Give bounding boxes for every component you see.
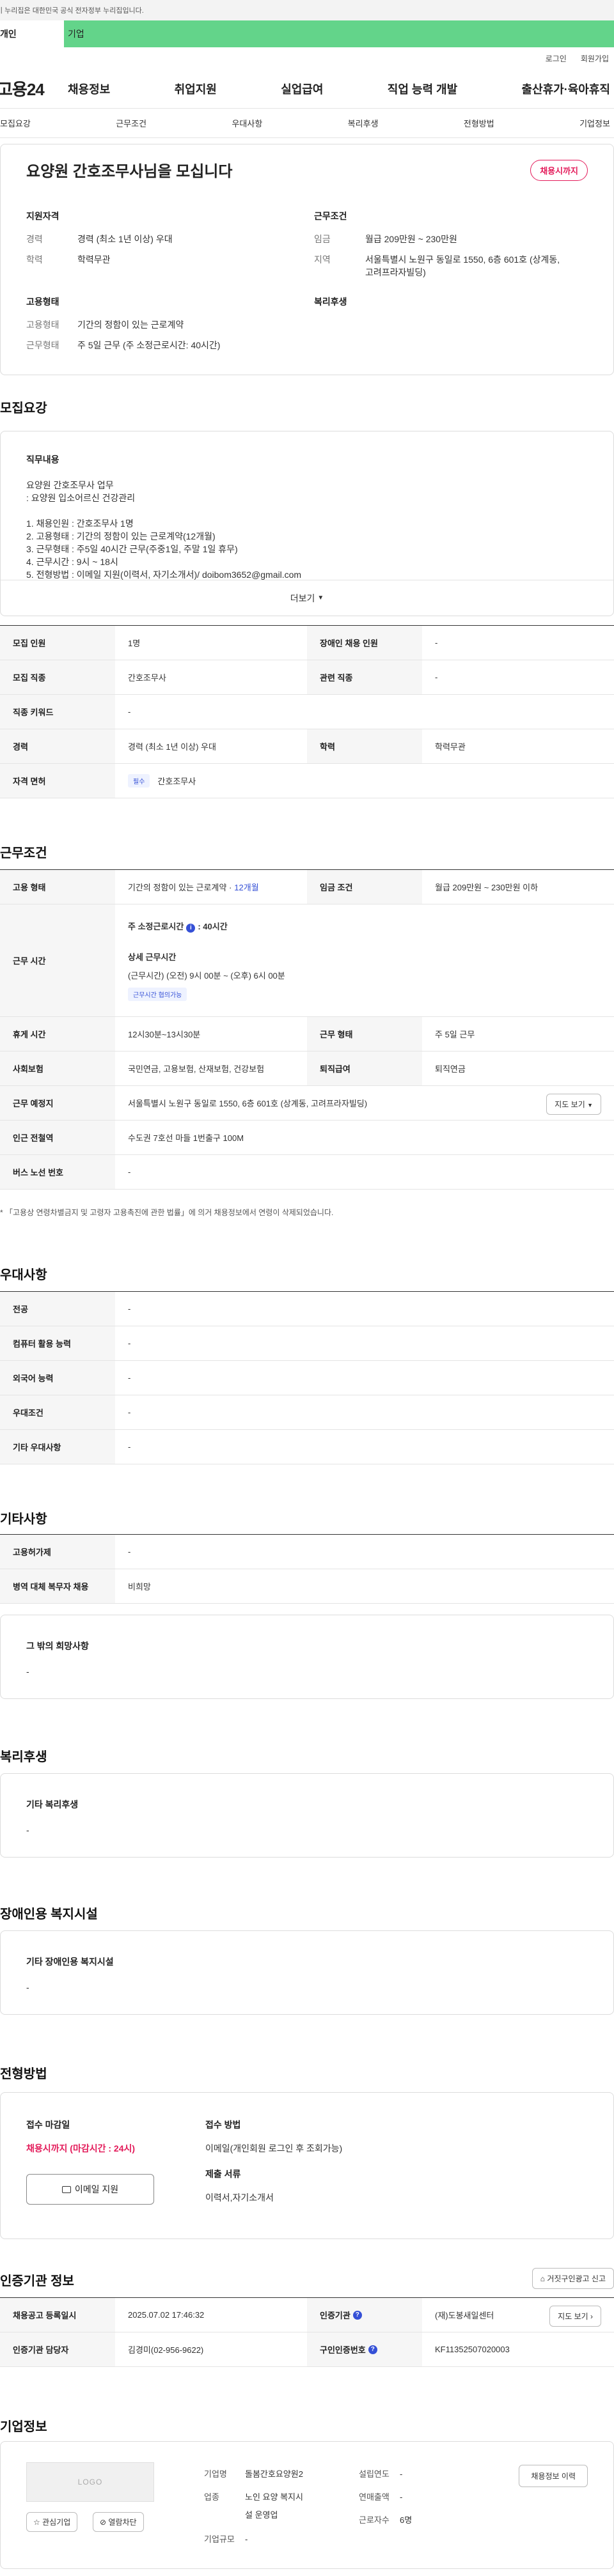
more-button[interactable]: 더보기 ▼	[1, 580, 613, 616]
table-row: 채용공고 등록일시 2025.07.02 17:46:32 인증기관? (재)도…	[0, 2298, 614, 2332]
table-row: 모집 인원 1명 장애인 채용 인원 -	[0, 626, 614, 660]
info-icon[interactable]: ?	[368, 2345, 377, 2354]
anchor-conditions[interactable]: 근무조건	[116, 117, 146, 129]
company-name: 돌봄간호요양원2	[245, 2469, 303, 2479]
table-row: 자격 면허 필수 간호조무사	[0, 764, 614, 798]
home-icon: ⌂	[540, 2274, 545, 2283]
table-row: 인근 전철역 수도권 7호선 마들 1번출구 100M	[0, 1121, 614, 1155]
table-row: 버스 노선 번호 -	[0, 1155, 614, 1190]
negotiable-tag: 근무시간 협의가능	[128, 988, 187, 1001]
section-title-preference: 우대사항	[0, 1268, 47, 1282]
mail-icon	[61, 2185, 71, 2193]
cert-table: 채용공고 등록일시 2025.07.02 17:46:32 인증기관? (재)도…	[0, 2297, 614, 2367]
job-history-button[interactable]: 채용정보 이력	[519, 2465, 588, 2487]
table-row: 모집 직종 간호조무사 관련 직종 -	[0, 660, 614, 695]
site-logo[interactable]: 고용24	[0, 77, 68, 100]
section-title-conditions: 근무조건	[0, 846, 47, 860]
company-card: LOGO ☆ 관심기업 ⊘ 열람차단 기업명 돌봄간호요양원2 업종 노인 요양 복…	[0, 2441, 614, 2569]
chevron-right-icon: ›	[590, 2312, 593, 2321]
block-icon: ⊘	[100, 2518, 107, 2527]
anchor-company[interactable]: 기업정보	[579, 117, 610, 129]
table-row: 전공 -	[0, 1292, 614, 1326]
gnb-item-unemployment[interactable]: 실업급여	[281, 81, 323, 97]
user-type-tabs: 개인 기업	[0, 20, 614, 47]
required-tag: 필수	[128, 774, 150, 788]
table-row: 외국어 능력 -	[0, 1361, 614, 1395]
global-nav: 고용24 채용정보 취업지원 실업급여 직업 능력 개발 출산휴가·육아휴직	[0, 69, 614, 109]
favorite-company-button[interactable]: ☆ 관심기업	[26, 2512, 78, 2532]
star-icon: ☆	[33, 2518, 40, 2527]
map-button[interactable]: 지도 보기 ›	[549, 2306, 601, 2327]
signup-link[interactable]: 회원가입	[581, 53, 609, 64]
table-row: 고용 형태 기간의 정함이 있는 근로계약 · 12개월 임금 조건 월급 20…	[0, 870, 614, 904]
gnb-item-employment-support[interactable]: 취업지원	[175, 81, 217, 97]
info-icon[interactable]: ?	[352, 2310, 362, 2320]
section-title-welfare: 복리후생	[0, 1750, 47, 1764]
table-row: 우대조건 -	[0, 1395, 614, 1430]
section-title-etc: 기타사항	[0, 1512, 47, 1526]
section-title-company: 기업정보	[0, 2420, 47, 2434]
company-logo: LOGO	[26, 2462, 154, 2502]
job-title: 요양원 간호조무사님을 모십니다	[26, 163, 233, 180]
qualification-block: 지원자격 경력 경력 (최소 1년 이상) 우대 학력 학력무관	[26, 211, 173, 265]
chevron-down-icon: ▼	[587, 1102, 593, 1108]
login-link[interactable]: 로그인	[546, 53, 567, 64]
gnb-item-training[interactable]: 직업 능력 개발	[388, 81, 457, 97]
table-row: 휴게 시간 12시30분~13시30분 근무 형태 주 5일 근무	[0, 1017, 614, 1051]
section-title-recruit: 모집요강	[0, 401, 47, 415]
welfare-block: 복리후생	[314, 297, 347, 307]
status-badge: 채용시까지	[530, 160, 588, 181]
job-description-text: 요양원 간호조무사 업무 : 요양원 입소어르신 건강관리 1. 채용인원 : …	[26, 480, 302, 580]
table-row: 경력 경력 (최소 1년 이상) 우대 학력 학력무관	[0, 729, 614, 764]
block-view-button[interactable]: ⊘ 열람차단	[93, 2512, 144, 2532]
employment-block: 고용형태 고용형태 기간의 정함이 있는 근로계약 근무형태 주 5일 근무 (주 …	[26, 297, 221, 350]
gov-banner: 이 누리집은 대한민국 공식 전자정부 누리집입니다.	[0, 0, 614, 20]
preference-table: 전공 - 컴퓨터 활용 능력 - 외국어 능력 - 우대조건 - 기타 우대사항 -	[0, 1291, 614, 1464]
gnb-item-leave[interactable]: 출산휴가·육아휴직	[522, 81, 610, 97]
process-card: 접수 마감일 채용시까지 (마감시간 : 24시) 이메일 지원 접수 방법 이…	[0, 2092, 614, 2239]
gnb-item-jobs[interactable]: 채용정보	[68, 81, 110, 97]
recruit-table: 모집 인원 1명 장애인 채용 인원 - 모집 직종 간호조무사 관련 직종 -…	[0, 625, 614, 798]
utility-bar: 로그인 회원가입	[0, 47, 614, 69]
table-row: 병역 대체 복무자 채용 비희망	[0, 1569, 614, 1604]
disability-card: 기타 장애인용 복지시설 -	[0, 1930, 614, 2015]
tab-individual[interactable]: 개인	[0, 20, 64, 47]
anchor-preference[interactable]: 우대사항	[232, 117, 262, 129]
section-title-process: 전형방법	[0, 2067, 47, 2081]
table-row: 고용허가제 -	[0, 1535, 614, 1569]
info-icon[interactable]: i	[186, 924, 196, 933]
section-title-cert: 인증기관 정보	[0, 2274, 74, 2288]
table-row: 컴퓨터 활용 능력 -	[0, 1326, 614, 1361]
table-row: 인증기관 담당자 김경미(02-956-9622) 구인인증번호? KF1135…	[0, 2332, 614, 2367]
anchor-process[interactable]: 전형방법	[464, 117, 494, 129]
deadline-value: 채용시까지 (마감시간 : 24시)	[26, 2143, 136, 2153]
table-row: 근무 시간 주 소정근로시간 i: 40시간 상세 근무시간 (근무시간) (오전…	[0, 904, 614, 1017]
table-row: 근무 예정지 서울특별시 노원구 동일로 1550, 6층 601호 (상계동,…	[0, 1086, 614, 1121]
email-apply-button[interactable]: 이메일 지원	[26, 2174, 154, 2205]
chevron-down-icon: ▼	[317, 594, 324, 601]
condition-block: 근무조건 임금 월급 209만원 ~ 230만원 지역 서울특별시 노원구 동일로 …	[314, 211, 560, 277]
job-description-card: 직무내용 요양원 간호조무사 업무 : 요양원 입소어르신 건강관리 1. 채용…	[0, 431, 614, 616]
conditions-table: 고용 형태 기간의 정함이 있는 근로계약 · 12개월 임금 조건 월급 20…	[0, 869, 614, 1190]
table-row: 사회보험 국민연금, 고용보험, 산재보험, 건강보험 퇴직급여 퇴직연금	[0, 1051, 614, 1086]
welfare-card: 기타 복리후생 -	[0, 1773, 614, 1858]
false-ad-report-button[interactable]: ⌂ 거짓구인광고 신고	[531, 2268, 614, 2289]
anchor-welfare[interactable]: 복리후생	[348, 117, 379, 129]
job-summary-card: 요양원 간호조무사님을 모십니다 채용시까지 지원자격 경력 경력 (최소 1년 …	[0, 144, 614, 375]
anchor-recruit[interactable]: 모집요강	[0, 117, 31, 129]
section-title-disability: 장애인용 복지시설	[0, 1907, 98, 1921]
tab-company[interactable]: 기업	[64, 20, 128, 47]
etc-table: 고용허가제 - 병역 대체 복무자 채용 비희망	[0, 1534, 614, 1604]
table-row: 직종 키워드 -	[0, 695, 614, 729]
section-anchor-nav: 모집요강 근무조건 우대사항 복리후생 전형방법 기업정보	[0, 109, 614, 138]
age-notice: * 「고용상 연령차별금지 및 고령자 고용촉진에 관한 법률」에 의거 채용정…	[0, 1208, 334, 1217]
map-button[interactable]: 지도 보기 ▼	[546, 1094, 601, 1115]
table-row: 기타 우대사항 -	[0, 1430, 614, 1464]
other-wishes-card: 그 밖의 희망사항 -	[0, 1615, 614, 1699]
